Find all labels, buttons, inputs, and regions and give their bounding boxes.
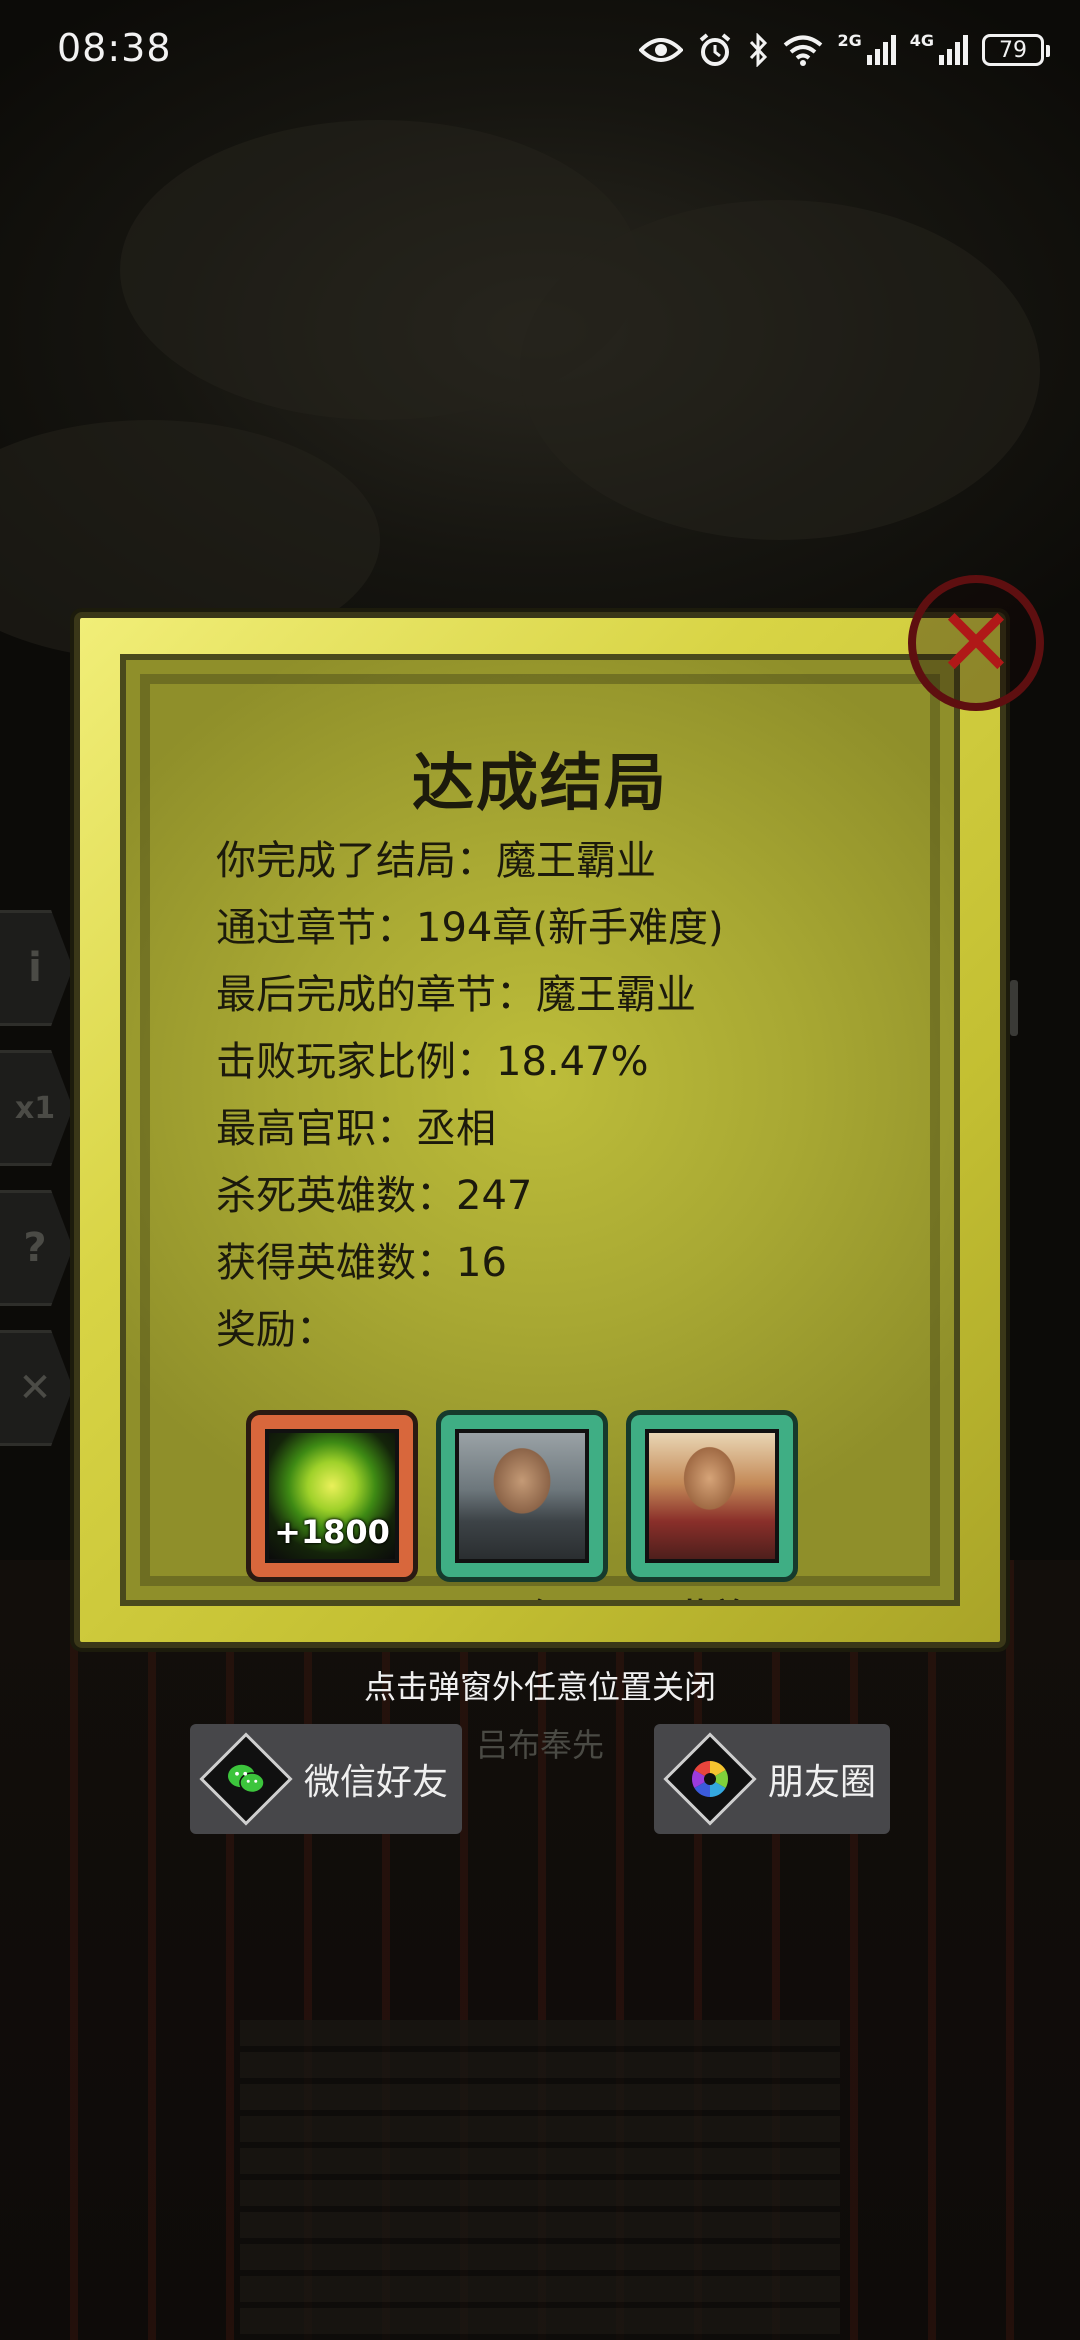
reward-caption: 玉石 bbox=[251, 1589, 413, 1600]
wifi-icon bbox=[784, 35, 823, 66]
reward-amount: +1800 bbox=[274, 1513, 390, 1551]
help-icon: ? bbox=[23, 1225, 47, 1271]
result-chapters: 通过章节：194章(新手难度) bbox=[216, 905, 724, 951]
reward-card-hero-1[interactable]: 周仓 bbox=[436, 1410, 608, 1600]
signal-2-label: 4G bbox=[909, 30, 934, 50]
close-icon: ✕ bbox=[935, 587, 1017, 699]
background-hero-name: 吕布奉先 bbox=[475, 1726, 604, 1764]
game-screen: i x1 ? ✕ 08:38 2G 4G 79 达成结局 你完成了结局：魔王霸业… bbox=[0, 0, 1080, 2340]
background-steps bbox=[240, 2020, 840, 2340]
side-speed-button[interactable]: x1 bbox=[0, 1050, 73, 1166]
result-last-chapter: 最后完成的章节：魔王霸业 bbox=[216, 972, 696, 1018]
ending-popup: 达成结局 你完成了结局：魔王霸业 通过章节：194章(新手难度) 最后完成的章节… bbox=[74, 612, 1006, 1648]
result-highest-rank: 最高官职：丞相 bbox=[216, 1106, 496, 1152]
signal-2-icon bbox=[939, 35, 968, 65]
status-bar: 08:38 2G 4G 79 bbox=[0, 0, 1080, 100]
popup-close-button[interactable]: ✕ bbox=[908, 575, 1044, 711]
signal-1-icon bbox=[866, 35, 896, 65]
close-hint: 点击弹窗外任意位置关闭 bbox=[363, 1668, 716, 1706]
status-icons: 2G 4G 79 bbox=[639, 28, 1050, 72]
signal-1-label: 2G bbox=[837, 30, 862, 50]
background-cloud bbox=[520, 200, 1040, 540]
side-close-button[interactable]: ✕ bbox=[0, 1330, 73, 1446]
share-icon-frame bbox=[663, 1732, 757, 1826]
share-wechat-label: 微信好友 bbox=[304, 1762, 449, 1803]
result-list: 你完成了结局：魔王霸业 通过章节：194章(新手难度) 最后完成的章节：魔王霸业… bbox=[216, 828, 916, 1364]
reward-row: +1800 玉石 周仓 黄盖 bbox=[246, 1410, 798, 1600]
background-edge-handle bbox=[1010, 980, 1018, 1036]
share-wechat-button[interactable]: 微信好友 bbox=[190, 1724, 462, 1834]
share-moments-button[interactable]: 朋友圈 bbox=[654, 1724, 890, 1834]
share-icon-frame bbox=[199, 1732, 293, 1826]
reward-card-hero-2[interactable]: 黄盖 bbox=[626, 1410, 798, 1600]
info-icon: i bbox=[28, 945, 42, 991]
result-beat-ratio: 击败玩家比例：18.47% bbox=[216, 1039, 649, 1085]
result-ending: 你完成了结局：魔王霸业 bbox=[216, 838, 656, 884]
side-info-button[interactable]: i bbox=[0, 910, 73, 1026]
reward-card-gem[interactable]: +1800 玉石 bbox=[246, 1410, 418, 1600]
gem-icon: +1800 bbox=[265, 1429, 399, 1563]
result-rewards-label: 奖励： bbox=[216, 1307, 336, 1353]
reward-caption: 黄盖 bbox=[631, 1589, 793, 1600]
cross-icon: ✕ bbox=[18, 1365, 52, 1411]
popup-title: 达成结局 bbox=[411, 746, 668, 819]
battery-icon: 79 bbox=[982, 34, 1050, 66]
status-time: 08:38 bbox=[57, 26, 172, 70]
hero-portrait-icon bbox=[455, 1429, 589, 1563]
speed-icon: x1 bbox=[14, 1090, 56, 1126]
bluetooth-icon bbox=[750, 33, 768, 67]
reward-caption: 周仓 bbox=[441, 1589, 603, 1600]
result-heroes-gained: 获得英雄数：16 bbox=[216, 1240, 507, 1286]
popup-paper: 达成结局 你完成了结局：魔王霸业 通过章节：194章(新手难度) 最后完成的章节… bbox=[120, 654, 960, 1606]
hero-portrait-icon bbox=[645, 1429, 779, 1563]
moments-icon bbox=[688, 1757, 733, 1802]
wechat-icon bbox=[224, 1757, 269, 1802]
share-moments-label: 朋友圈 bbox=[768, 1762, 877, 1803]
alarm-icon bbox=[700, 33, 731, 66]
eye-icon bbox=[639, 38, 684, 62]
side-help-button[interactable]: ? bbox=[0, 1190, 73, 1306]
result-heroes-killed: 杀死英雄数：247 bbox=[216, 1173, 533, 1219]
battery-level: 79 bbox=[999, 37, 1027, 63]
